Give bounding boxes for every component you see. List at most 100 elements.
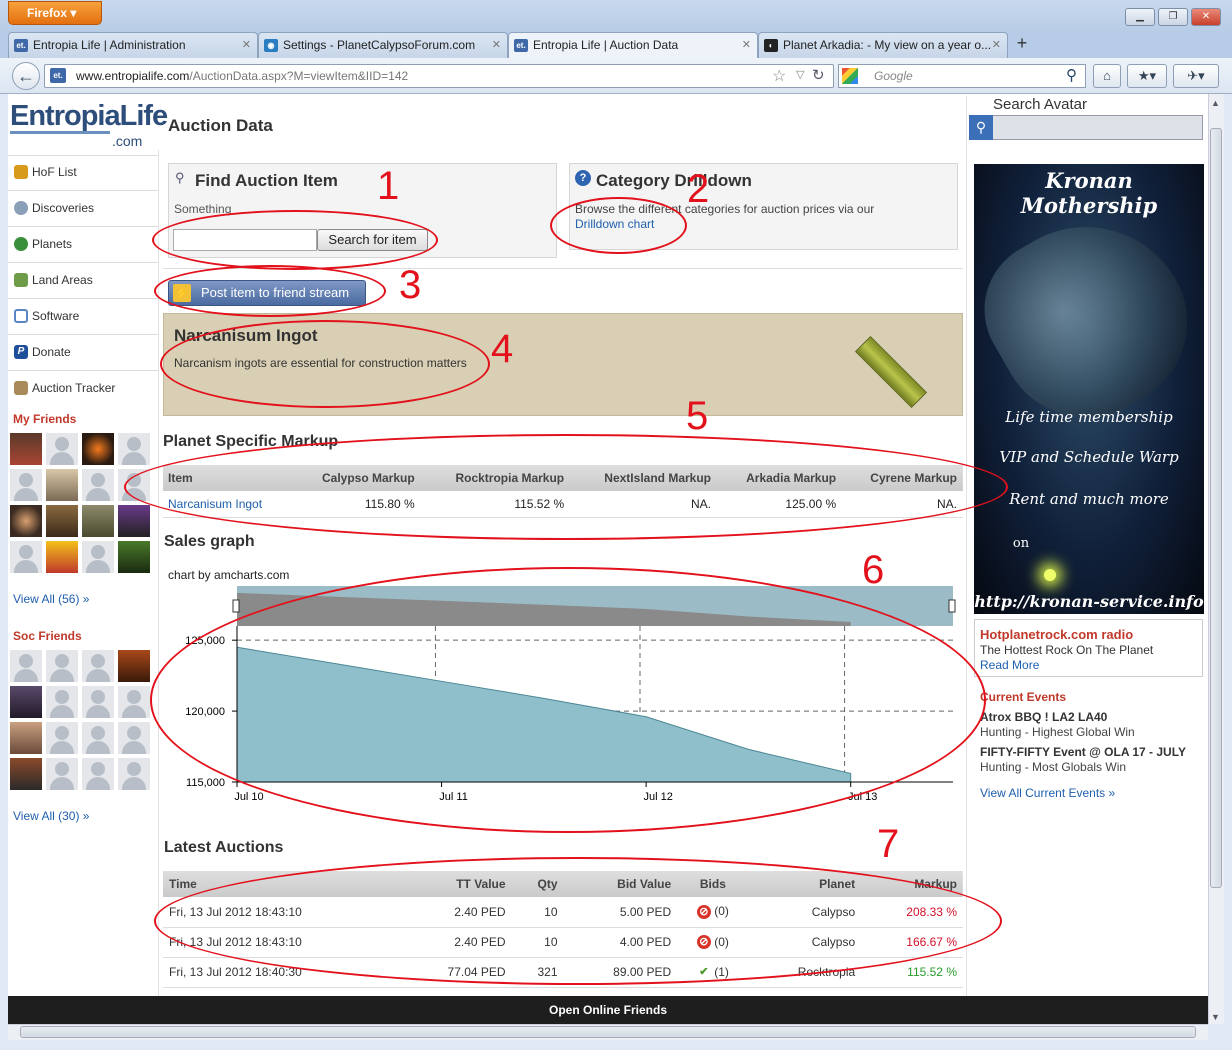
friend-avatar[interactable]	[46, 541, 78, 573]
dropdown-arrow-icon[interactable]: ▽	[796, 68, 804, 81]
annotation-ellipse	[160, 320, 490, 408]
google-engine-icon[interactable]	[842, 68, 858, 84]
friend-avatar[interactable]	[46, 433, 78, 465]
sidebar-item-donate[interactable]: P Donate	[8, 335, 158, 371]
sidebar-item-planets[interactable]: Planets	[8, 227, 158, 263]
home-icon[interactable]: ⌂	[1093, 64, 1121, 88]
tab-planet-arkadia[interactable]: ◐ Planet Arkadia: - My view on a year o..…	[758, 32, 1008, 58]
friend-avatar[interactable]	[118, 758, 150, 790]
friend-avatar[interactable]	[46, 758, 78, 790]
friend-avatar[interactable]	[10, 505, 42, 537]
radio-title[interactable]: Hotplanetrock.com radio	[980, 627, 1133, 642]
friend-avatar[interactable]	[118, 686, 150, 718]
friend-avatar[interactable]	[82, 541, 114, 573]
friend-avatar[interactable]	[10, 686, 42, 718]
view-all-events-link[interactable]: View All Current Events »	[980, 786, 1115, 800]
reload-icon[interactable]: ↻	[812, 66, 825, 84]
friend-avatar[interactable]	[46, 469, 78, 501]
friend-avatar[interactable]	[82, 758, 114, 790]
open-online-friends-bar[interactable]: Open Online Friends	[8, 996, 1208, 1024]
friend-avatar[interactable]	[82, 686, 114, 718]
annotation-number: 2	[687, 167, 710, 211]
ad-line: VIP and Schedule Warp	[999, 448, 1179, 466]
site-identity-icon[interactable]: et.	[50, 68, 66, 83]
paypal-icon: P	[14, 345, 28, 359]
tab-close-icon[interactable]: ✕	[992, 33, 1001, 57]
sidebar-item-land-areas[interactable]: Land Areas	[8, 263, 158, 299]
friend-avatar[interactable]	[10, 433, 42, 465]
search-avatar-input[interactable]	[969, 115, 1203, 140]
event-name[interactable]: Atrox BBQ ! LA2 LA40	[980, 710, 1107, 724]
friend-avatar[interactable]	[118, 650, 150, 682]
friend-avatar[interactable]	[118, 722, 150, 754]
tab-settings-forum[interactable]: ◉ Settings - PlanetCalypsoForum.com ✕	[258, 32, 508, 58]
bookmarks-menu-icon[interactable]: ★▾	[1127, 64, 1167, 88]
new-tab-button[interactable]: +	[1010, 33, 1034, 55]
search-avatar-title: Search Avatar	[993, 96, 1087, 113]
close-icon[interactable]: ✕	[1191, 8, 1221, 26]
friend-avatar[interactable]	[82, 650, 114, 682]
chart-y-tick-label: 115,000	[186, 777, 225, 789]
tab-close-icon[interactable]: ✕	[742, 33, 751, 57]
site-logo-suffix[interactable]: .com	[112, 133, 142, 149]
category-drilldown-title: Category Drilldown	[596, 171, 752, 190]
latest-auctions-title: Latest Auctions	[164, 839, 284, 856]
friend-avatar[interactable]	[10, 758, 42, 790]
site-logo[interactable]: EntropiaLife	[10, 100, 168, 133]
tab-close-icon[interactable]: ✕	[242, 33, 251, 57]
annotation-ellipse	[550, 197, 687, 254]
friend-avatar[interactable]	[82, 505, 114, 537]
chart-scroll-handle-left	[232, 599, 240, 613]
logo-underline	[10, 131, 110, 134]
addon-menu-icon[interactable]: ✈▾	[1173, 64, 1219, 88]
title-bar	[0, 0, 1232, 32]
star-image	[1044, 569, 1056, 581]
chart-credit[interactable]: chart by amcharts.com	[163, 566, 307, 584]
h-scrollbar-thumb[interactable]	[20, 1026, 1196, 1038]
minimize-icon[interactable]: ▁	[1125, 8, 1155, 26]
friend-avatar[interactable]	[118, 541, 150, 573]
sidebar-item-discoveries[interactable]: Discoveries	[8, 191, 158, 227]
search-magnifier-icon[interactable]: ⚲	[1066, 66, 1077, 84]
url-text[interactable]: www.entropialife.com/AuctionData.aspx?M=…	[76, 69, 408, 83]
sidebar-item-software[interactable]: Software	[8, 299, 158, 335]
tab-auction-data[interactable]: et. Entropia Life | Auction Data ✕	[508, 32, 758, 58]
firefox-menu-button[interactable]: Firefox ▾	[8, 1, 102, 25]
scroll-down-arrow-icon[interactable]: ▼	[1211, 1012, 1220, 1022]
ad-title: Kronan Mothership	[1020, 168, 1158, 218]
soc-friends-heading: Soc Friends	[13, 629, 82, 643]
view-all-soc-friends-link[interactable]: View All (30) »	[13, 809, 89, 823]
annotation-number: 3	[399, 263, 422, 307]
friend-avatar[interactable]	[82, 469, 114, 501]
friend-avatar[interactable]	[46, 686, 78, 718]
tab-close-icon[interactable]: ✕	[492, 33, 501, 57]
friend-avatar[interactable]	[46, 650, 78, 682]
read-more-link[interactable]: Read More	[980, 658, 1039, 672]
scroll-up-arrow-icon[interactable]: ▲	[1211, 98, 1220, 108]
restore-icon[interactable]: ❐	[1158, 8, 1188, 26]
friend-avatar[interactable]	[46, 505, 78, 537]
friend-avatar[interactable]	[118, 433, 150, 465]
tab-administration[interactable]: et. Entropia Life | Administration ✕	[8, 32, 258, 58]
kronan-ad-banner[interactable]: Kronan Mothership Life time membership V…	[974, 164, 1204, 614]
arkadia-favicon-icon: ◐	[764, 39, 778, 52]
view-all-my-friends-link[interactable]: View All (56) »	[13, 592, 89, 606]
bookmark-star-icon[interactable]: ☆	[772, 66, 786, 86]
radio-text: The Hottest Rock On The Planet	[980, 643, 1154, 657]
friend-avatar[interactable]	[10, 722, 42, 754]
friend-avatar[interactable]	[118, 505, 150, 537]
sidebar-item-auction-tracker[interactable]: Auction Tracker	[8, 371, 158, 407]
page-title: Auction Data	[168, 116, 273, 135]
friend-avatar[interactable]	[82, 433, 114, 465]
friend-avatar[interactable]	[10, 469, 42, 501]
scrollbar-thumb[interactable]	[1210, 128, 1222, 888]
search-avatar-icon[interactable]: ⚲	[969, 115, 993, 140]
sidebar-item-hof-list[interactable]: HoF List	[8, 155, 158, 191]
annotation-number: 7	[877, 822, 900, 866]
back-arrow-icon[interactable]: ←	[12, 62, 40, 90]
friend-avatar[interactable]	[46, 722, 78, 754]
friend-avatar[interactable]	[10, 650, 42, 682]
event-name[interactable]: FIFTY-FIFTY Event @ OLA 17 - JULY	[980, 745, 1186, 759]
friend-avatar[interactable]	[82, 722, 114, 754]
friend-avatar[interactable]	[10, 541, 42, 573]
